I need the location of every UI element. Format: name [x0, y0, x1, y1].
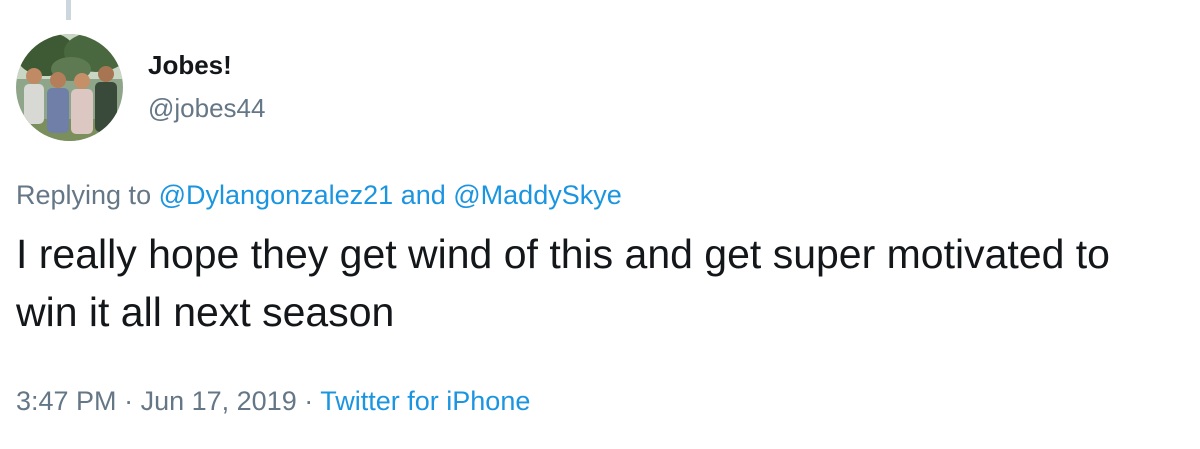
tweet-date[interactable]: Jun 17, 2019 [141, 386, 297, 416]
mention-link-dylangonzalez21[interactable]: @Dylangonzalez21 [159, 180, 394, 210]
meta-separator: · [124, 386, 134, 416]
group-photo-avatar-icon [16, 34, 123, 141]
author-display-name[interactable]: Jobes! [148, 50, 232, 81]
tweet-metadata: 3:47 PM · Jun 17, 2019 · Twitter for iPh… [16, 386, 530, 417]
avatar[interactable] [16, 34, 123, 141]
meta-separator: · [304, 386, 314, 416]
replying-to-line: Replying to @Dylangonzalez21 and @MaddyS… [16, 180, 622, 211]
tweet-body-text: I really hope they get wind of this and … [16, 231, 1110, 335]
mention-link-maddyskye[interactable]: @MaddySkye [453, 180, 621, 210]
replying-to-label: Replying to [16, 180, 152, 210]
tweet-time[interactable]: 3:47 PM [16, 386, 117, 416]
author-handle[interactable]: @jobes44 [148, 93, 265, 124]
tweet-source-link[interactable]: Twitter for iPhone [320, 386, 530, 416]
reply-conjunction[interactable]: and [401, 180, 446, 210]
thread-connector-line [66, 0, 71, 20]
